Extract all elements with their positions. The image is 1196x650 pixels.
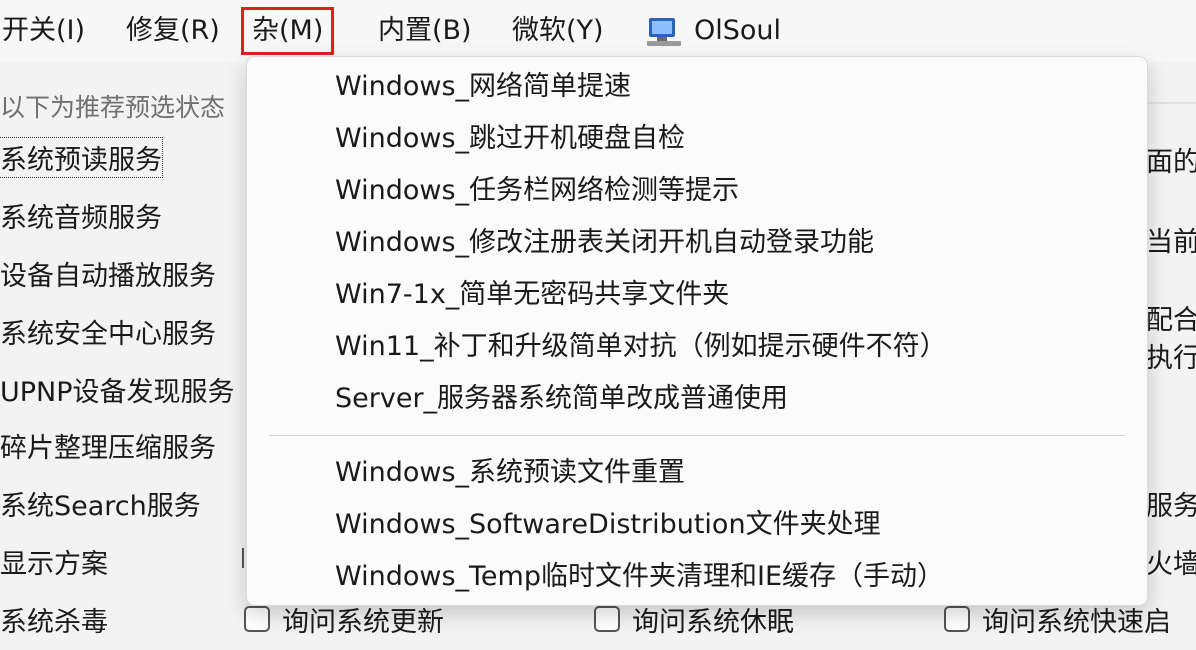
- menu-item-temp-cleanup[interactable]: Windows_Temp临时文件夹清理和IE缓存（手动）: [335, 555, 944, 599]
- option-antivirus[interactable]: 系统杀毒: [0, 600, 108, 639]
- option-search-service[interactable]: 系统Search服务: [0, 484, 201, 523]
- right-text-fragment: 执行: [1146, 343, 1196, 374]
- menu-item-win11-bypass[interactable]: Win11_补丁和升级简单对抗（例如提示硬件不符）: [335, 325, 947, 369]
- option-prefetch-service[interactable]: 系统预读服务: [0, 137, 163, 178]
- right-text-fragment: 配合: [1146, 305, 1196, 336]
- option-defrag-service[interactable]: 碎片整理压缩服务: [0, 426, 216, 465]
- right-text-fragment: 面的: [1146, 147, 1196, 178]
- menu-separator: [269, 435, 1125, 436]
- right-text-fragment: 火墙: [1146, 549, 1196, 580]
- menu-microsoft[interactable]: 微软(Y): [512, 10, 604, 52]
- right-text-fragment: 当前: [1146, 227, 1196, 258]
- menu-item-prefetch-reset[interactable]: Windows_系统预读文件重置: [335, 451, 685, 495]
- option-autoplay-service[interactable]: 设备自动播放服务: [0, 254, 216, 293]
- app-name[interactable]: OlSoul: [694, 10, 781, 52]
- option-upnp-service[interactable]: UPNP设备发现服务: [0, 370, 235, 409]
- option-display-scheme[interactable]: 显示方案: [0, 542, 108, 581]
- option-audio-service[interactable]: 系统音频服务: [0, 196, 162, 235]
- menu-item-taskbar-network-prompt[interactable]: Windows_任务栏网络检测等提示: [335, 169, 739, 213]
- menu-item-server-to-desktop[interactable]: Server_服务器系统简单改成普通使用: [335, 377, 788, 421]
- checkbox[interactable]: [944, 606, 970, 632]
- menu-item-share-folder[interactable]: Win7-1x_简单无密码共享文件夹: [335, 273, 729, 317]
- checkbox[interactable]: [594, 606, 620, 632]
- checkbox[interactable]: [244, 606, 270, 632]
- menu-builtin[interactable]: 内置(B): [378, 10, 472, 52]
- menu-repair[interactable]: 修复(R): [126, 10, 220, 52]
- divider: [242, 548, 244, 568]
- menu-misc[interactable]: 杂(M): [240, 7, 335, 55]
- recommended-hint: 以下为推荐预选状态: [0, 93, 226, 122]
- menu-item-disable-autologin[interactable]: Windows_修改注册表关闭开机自动登录功能: [335, 221, 874, 265]
- menu-item-network-speedup[interactable]: Windows_网络简单提速: [335, 65, 631, 109]
- right-text-fragment: 服务: [1146, 491, 1196, 522]
- menu-item-software-distribution[interactable]: Windows_SoftwareDistribution文件夹处理: [335, 503, 881, 547]
- menu-bar: 开关(I) 修复(R) 杂(M) 内置(B) 微软(Y) OlSoul: [0, 0, 1196, 62]
- divider: [1146, 102, 1196, 104]
- computer-icon: [647, 18, 681, 46]
- misc-dropdown-menu: Windows_网络简单提速 Windows_跳过开机硬盘自检 Windows_…: [246, 56, 1148, 606]
- option-security-center-service[interactable]: 系统安全中心服务: [0, 312, 216, 351]
- menu-switch[interactable]: 开关(I): [2, 10, 85, 52]
- menu-item-skip-disk-check[interactable]: Windows_跳过开机硬盘自检: [335, 117, 685, 161]
